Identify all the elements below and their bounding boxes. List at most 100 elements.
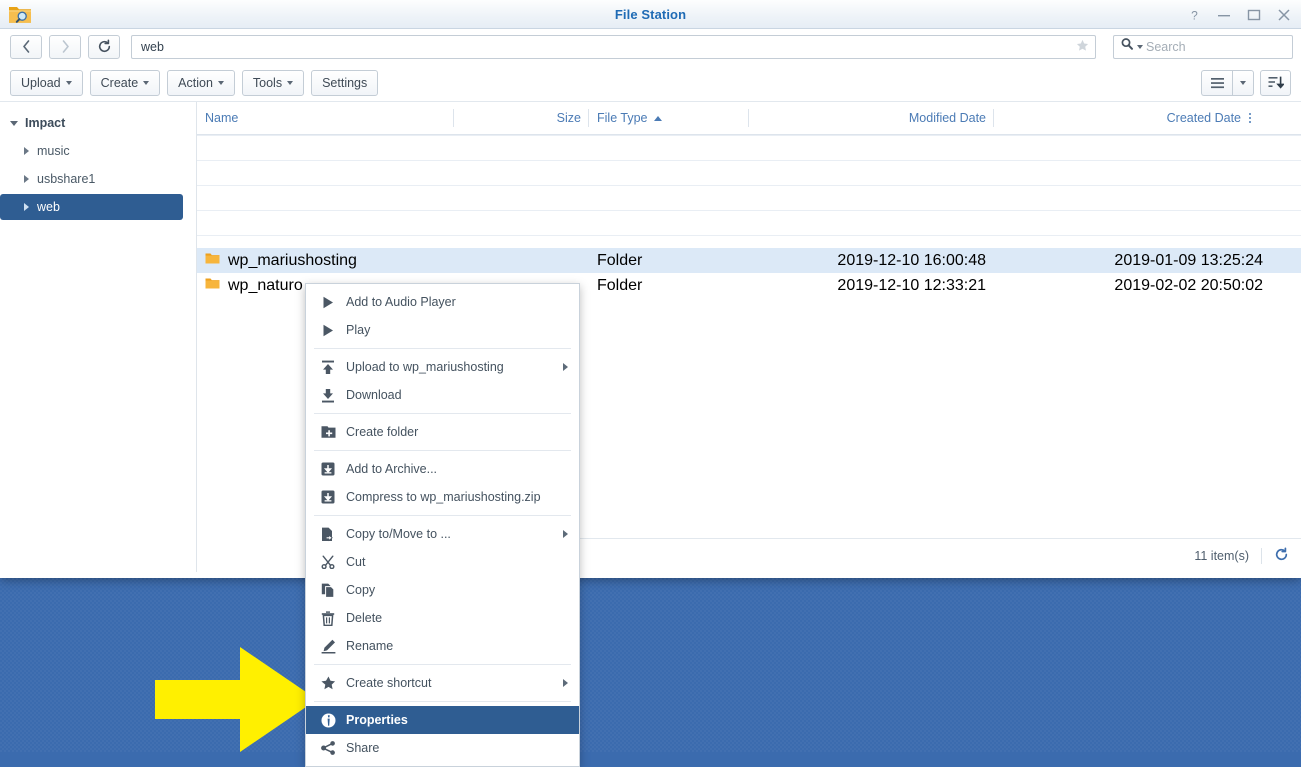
column-headers: Name Size File Type Modified Date Create… (197, 102, 1301, 135)
pencil-icon (320, 638, 336, 654)
menu-item-create-folder[interactable]: Create folder (306, 418, 579, 446)
chevron-right-icon[interactable] (24, 203, 29, 211)
settings-button[interactable]: Settings (311, 70, 378, 96)
column-header-label: Modified Date (909, 111, 986, 125)
menu-item-download[interactable]: Download (306, 381, 579, 409)
copy-icon (320, 582, 336, 598)
menu-separator (314, 701, 571, 702)
file-name: wp_mariushosting (228, 252, 357, 270)
sidebar-item-usbshare1[interactable]: usbshare1 (0, 166, 183, 192)
search-icon (1120, 37, 1134, 56)
scissors-icon (320, 554, 336, 570)
menu-item-create-shortcut[interactable]: Create shortcut (306, 669, 579, 697)
chevron-right-icon[interactable] (24, 147, 29, 155)
forward-button[interactable] (49, 35, 81, 59)
menu-item-copy[interactable]: Copy (306, 576, 579, 604)
menu-item-rename[interactable]: Rename (306, 632, 579, 660)
sidebar-item-label: usbshare1 (37, 172, 95, 186)
help-button[interactable]: ? (1185, 6, 1203, 24)
new-folder-icon (320, 424, 336, 440)
chevron-down-icon (287, 81, 293, 85)
folder-icon (205, 252, 220, 270)
window-controls: ? (1185, 0, 1293, 29)
chevron-down-icon (218, 81, 224, 85)
menu-item-play[interactable]: Play (306, 316, 579, 344)
view-mode-split-button (1201, 70, 1254, 96)
submenu-chevron-right-icon (563, 530, 568, 538)
sidebar-root-label: Impact (25, 116, 65, 130)
window-body: Impact music usbshare1 web Name (0, 101, 1301, 572)
sort-descending-icon[interactable] (1260, 70, 1291, 96)
back-button[interactable] (10, 35, 42, 59)
menu-item-upload-to-folder[interactable]: Upload to wp_mariushosting (306, 353, 579, 381)
file-type: Folder (589, 252, 749, 270)
window-title: File Station (0, 0, 1301, 29)
submenu-chevron-right-icon (563, 363, 568, 371)
upload-button-label: Upload (21, 76, 61, 90)
menu-item-add-to-archive[interactable]: Add to Archive... (306, 455, 579, 483)
tools-button[interactable]: Tools (242, 70, 304, 96)
path-bar[interactable]: web (131, 35, 1096, 59)
path-value: web (141, 40, 1076, 54)
sidebar-root-impact[interactable]: Impact (0, 110, 196, 136)
archive-icon (320, 461, 336, 477)
folder-icon (205, 277, 220, 295)
menu-item-cut[interactable]: Cut (306, 548, 579, 576)
action-button[interactable]: Action (167, 70, 235, 96)
sidebar-item-music[interactable]: music (0, 138, 183, 164)
yellow-pointer-arrow (155, 647, 317, 752)
play-icon (320, 294, 336, 310)
file-modified-date: 2019-12-10 16:00:48 (749, 252, 994, 270)
chevron-down-icon (66, 81, 72, 85)
menu-item-label: Add to Archive... (346, 462, 437, 476)
column-header-name[interactable]: Name (197, 109, 454, 127)
play-icon (320, 322, 336, 338)
download-icon (320, 387, 336, 403)
column-header-size[interactable]: Size (454, 109, 589, 127)
column-header-file-type[interactable]: File Type (589, 109, 749, 127)
upload-icon (320, 359, 336, 375)
search-box[interactable] (1113, 35, 1293, 59)
menu-item-copy-to-move-to[interactable]: Copy to/Move to ... (306, 520, 579, 548)
column-header-created-date[interactable]: Created Date (994, 109, 1249, 127)
info-icon (320, 712, 336, 728)
search-scope-chevron-down-icon[interactable] (1137, 45, 1143, 49)
menu-item-label: Create shortcut (346, 676, 431, 690)
column-header-label: Size (557, 111, 581, 125)
item-count-label: 11 item(s) (1194, 549, 1249, 563)
refresh-button[interactable] (88, 35, 120, 59)
star-icon[interactable] (1076, 39, 1089, 55)
chevron-down-icon (143, 81, 149, 85)
close-button[interactable] (1275, 6, 1293, 24)
file-type: Folder (589, 277, 749, 295)
file-modified-date: 2019-12-10 12:33:21 (749, 277, 994, 295)
search-input[interactable] (1146, 40, 1301, 54)
menu-item-delete[interactable]: Delete (306, 604, 579, 632)
sidebar-item-label: web (37, 200, 60, 214)
list-view-icon[interactable] (1201, 70, 1232, 96)
sidebar-item-web[interactable]: web (0, 194, 183, 220)
maximize-button[interactable] (1245, 6, 1263, 24)
svg-text:?: ? (1191, 8, 1198, 22)
table-row[interactable]: wp_mariushosting Folder 2019-12-10 16:00… (197, 248, 1301, 273)
chevron-down-icon[interactable] (10, 121, 18, 126)
menu-item-label: Download (346, 388, 402, 402)
toolbar-right-group (1201, 70, 1291, 96)
menu-item-properties[interactable]: Properties (306, 706, 579, 734)
minimize-button[interactable] (1215, 6, 1233, 24)
column-header-modified-date[interactable]: Modified Date (749, 109, 994, 127)
view-mode-chevron-down-icon[interactable] (1232, 70, 1254, 96)
upload-button[interactable]: Upload (10, 70, 83, 96)
menu-item-add-to-audio-player[interactable]: Add to Audio Player (306, 288, 579, 316)
file-station-window: File Station ? (0, 0, 1301, 578)
menu-item-share[interactable]: Share (306, 734, 579, 762)
archive-icon (320, 489, 336, 505)
navigation-bar: web (0, 29, 1301, 64)
kebab-menu-icon[interactable] (1249, 109, 1271, 127)
chevron-right-icon[interactable] (24, 175, 29, 183)
menu-item-label: Create folder (346, 425, 418, 439)
create-button[interactable]: Create (90, 70, 161, 96)
refresh-icon[interactable] (1274, 547, 1289, 565)
menu-item-label: Add to Audio Player (346, 295, 456, 309)
menu-item-compress-to-zip[interactable]: Compress to wp_mariushosting.zip (306, 483, 579, 511)
